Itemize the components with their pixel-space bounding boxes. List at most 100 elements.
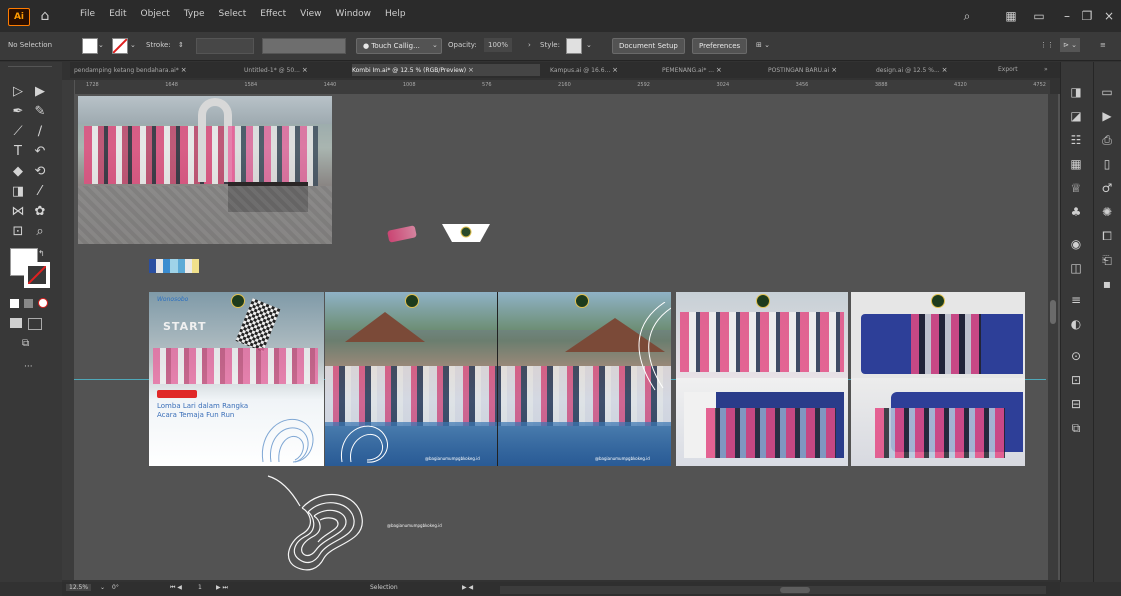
slide-awards-1[interactable] bbox=[676, 292, 848, 466]
home-icon[interactable]: ⌂ bbox=[36, 7, 54, 25]
opacity-arrow-icon[interactable]: › bbox=[528, 38, 531, 52]
properties-toggle-icon[interactable]: ⊳ ⌄ bbox=[1060, 38, 1080, 52]
comments-panel-icon[interactable]: ▪ bbox=[1097, 274, 1117, 294]
graphic-styles-panel-icon[interactable]: ◫ bbox=[1066, 258, 1086, 278]
color-mode-icon[interactable] bbox=[10, 299, 19, 308]
artboard-number-field[interactable]: 1 bbox=[198, 584, 202, 591]
panel-collapse-icon[interactable]: ≡ bbox=[1100, 38, 1106, 52]
transparency-panel-icon[interactable]: ⊙ bbox=[1066, 346, 1086, 366]
slide-panorama[interactable]: @bagianumumpgbkokeg.id @bagianumumpgbkok… bbox=[325, 292, 671, 466]
stroke-color-icon[interactable] bbox=[24, 262, 50, 288]
stroke-stepper-icon[interactable]: ⇕ bbox=[178, 38, 184, 52]
horizontal-scrollbar-thumb[interactable] bbox=[780, 587, 810, 593]
preferences-button[interactable]: Preferences bbox=[692, 38, 748, 54]
swatch-white[interactable] bbox=[156, 259, 164, 273]
variable-width-profile[interactable] bbox=[262, 38, 346, 54]
swatch-light-blue[interactable] bbox=[163, 259, 171, 273]
paintbrush-tool-icon[interactable]: ∕ bbox=[30, 122, 50, 142]
status-menu-icon[interactable]: ▶ ◀ bbox=[462, 584, 473, 591]
menu-object[interactable]: Object bbox=[141, 9, 170, 19]
transform-panel-icon[interactable]: ⊡ bbox=[1066, 370, 1086, 390]
gradient-mode-icon[interactable] bbox=[24, 299, 33, 308]
slide-cover[interactable]: Wonosobo START Lomba Lari dalam Rangka A… bbox=[149, 292, 324, 466]
slide-awards-2[interactable] bbox=[851, 292, 1025, 466]
stroke-weight-field[interactable] bbox=[196, 38, 254, 54]
menu-help[interactable]: Help bbox=[385, 9, 406, 19]
tab-document[interactable]: pendamping ketang bendahara.ai* × bbox=[74, 64, 224, 76]
minimize-icon[interactable]: – bbox=[1058, 7, 1076, 25]
arrange-documents-icon[interactable]: ▦ bbox=[1002, 7, 1020, 25]
menu-window[interactable]: Window bbox=[336, 9, 372, 19]
type-tool-icon[interactable]: T bbox=[8, 142, 28, 162]
document-info-panel-icon[interactable]: ▯ bbox=[1097, 154, 1117, 174]
brush-dropdown-icon[interactable]: ⌄ bbox=[432, 38, 438, 52]
brush-definition[interactable]: ● Touch Callig... bbox=[356, 38, 442, 54]
graphic-style-swatch[interactable] bbox=[566, 38, 582, 54]
links-panel-icon[interactable]: ⧠ bbox=[1097, 226, 1117, 246]
color-swatch-strip[interactable] bbox=[149, 259, 199, 273]
menu-select[interactable]: Select bbox=[218, 9, 246, 19]
zoom-tool-icon[interactable]: ⌕ bbox=[30, 222, 50, 242]
direct-selection-tool-icon[interactable]: ▶ bbox=[30, 82, 50, 102]
layers-panel-icon[interactable]: ☷ bbox=[1066, 130, 1086, 150]
logo-badge-shape[interactable] bbox=[442, 224, 490, 242]
artboard-tool-icon[interactable]: ⊡ bbox=[8, 222, 28, 242]
workspace-icon[interactable]: ▭ bbox=[1030, 7, 1048, 25]
gradient-panel-icon[interactable]: ◐ bbox=[1066, 314, 1086, 334]
vertical-scrollbar[interactable] bbox=[1048, 94, 1058, 580]
align-options-icon[interactable]: ⊞ ⌄ bbox=[756, 38, 770, 52]
draw-behind-icon[interactable] bbox=[28, 318, 42, 330]
tab-document-active[interactable]: Kombi Im.ai* @ 12.5 % (RGB/Preview) × bbox=[352, 64, 540, 76]
tab-document[interactable]: Export bbox=[998, 64, 1038, 76]
style-dropdown-icon[interactable]: ⌄ bbox=[586, 38, 592, 52]
opacity-label[interactable]: Opacity: bbox=[448, 38, 477, 52]
fill-swatch[interactable] bbox=[82, 38, 98, 54]
pathfinder-panel-icon[interactable]: ⧉ bbox=[1066, 418, 1086, 438]
stroke-dropdown-icon[interactable]: ⌄ bbox=[130, 38, 136, 52]
swatch-cyan[interactable] bbox=[177, 259, 185, 273]
menu-view[interactable]: View bbox=[300, 9, 321, 19]
close-icon[interactable]: × bbox=[1100, 7, 1118, 25]
align-panel-icon[interactable]: ⊟ bbox=[1066, 394, 1086, 414]
color-panel-icon[interactable]: ✺ bbox=[1097, 202, 1117, 222]
panel-menu-icon[interactable]: ⋮⋮ bbox=[1040, 38, 1054, 52]
tab-document[interactable]: Untitled-1* @ 50... × bbox=[244, 64, 340, 76]
swatches-panel-icon[interactable]: ▦ bbox=[1066, 154, 1086, 174]
horizontal-scrollbar[interactable] bbox=[500, 586, 1046, 594]
artboard-nav-next-icon[interactable]: ▶ ⏭ bbox=[216, 584, 228, 592]
swatch-pale[interactable] bbox=[184, 259, 192, 273]
shape-builder-tool-icon[interactable]: ◨ bbox=[8, 182, 28, 202]
stroke-swatch[interactable] bbox=[112, 38, 128, 54]
tab-document[interactable]: design.ai @ 12.5 %... × bbox=[876, 64, 976, 76]
none-mode-icon[interactable] bbox=[38, 298, 48, 308]
menu-edit[interactable]: Edit bbox=[109, 9, 126, 19]
line-tool-icon[interactable]: ⟋ bbox=[8, 122, 28, 142]
zoom-level-field[interactable]: 12.5% bbox=[66, 584, 92, 591]
eyedropper-tool-icon[interactable]: ⁄ bbox=[30, 182, 50, 202]
menu-file[interactable]: File bbox=[80, 9, 95, 19]
topographic-artwork[interactable] bbox=[262, 472, 372, 576]
symbol-sprayer-tool-icon[interactable]: ✿ bbox=[30, 202, 50, 222]
search-icon[interactable]: ⌕ bbox=[958, 7, 976, 25]
properties-panel-icon[interactable]: ◨ bbox=[1066, 82, 1086, 102]
swatch-sky[interactable] bbox=[170, 259, 178, 273]
tab-document[interactable]: POSTINGAN BARU.ai × bbox=[768, 64, 864, 76]
draw-mode-icon[interactable] bbox=[10, 318, 22, 328]
color-guide-panel-icon[interactable]: ♂ bbox=[1097, 178, 1117, 198]
more-tabs-icon[interactable]: » bbox=[1044, 64, 1058, 76]
artboard-nav-prev-icon[interactable]: ⏮ ◀ bbox=[170, 584, 182, 592]
event-photo-start-line[interactable] bbox=[78, 96, 332, 244]
selection-tool-icon[interactable]: ▷ bbox=[8, 82, 28, 102]
lasso-tool-icon[interactable]: ⟲ bbox=[30, 162, 50, 182]
edit-toolbar-icon[interactable]: ··· bbox=[24, 362, 33, 372]
zoom-dropdown-icon[interactable]: ⌄ bbox=[100, 584, 105, 591]
fill-dropdown-icon[interactable]: ⌄ bbox=[98, 38, 104, 52]
artboards-panel-icon[interactable]: ▭ bbox=[1097, 82, 1117, 102]
scrollbar-thumb[interactable] bbox=[1050, 300, 1056, 324]
tools-panel-grip[interactable] bbox=[8, 66, 52, 73]
curvature-tool-icon[interactable]: ✎ bbox=[30, 102, 50, 122]
blend-tool-icon[interactable]: ⋈ bbox=[8, 202, 28, 222]
pen-tool-icon[interactable]: ✒ bbox=[8, 102, 28, 122]
rotate-tool-icon[interactable]: ↶ bbox=[30, 142, 50, 162]
appearance-panel-icon[interactable]: ◉ bbox=[1066, 234, 1086, 254]
